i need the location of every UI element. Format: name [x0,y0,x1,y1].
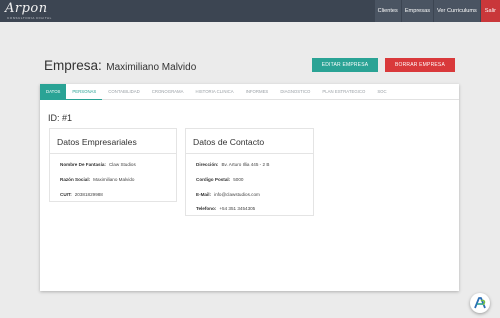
tab-datos[interactable]: DATOS [40,84,67,100]
nav-empresas[interactable]: Empresas [401,0,433,22]
detail-key: E-Mail: [196,192,212,197]
nav-ver-curriculums[interactable]: Ver Curriculums [434,0,480,22]
detail-value: info@clawstudios.com [214,192,260,197]
detail-row: Dirección: Bv. Arturo Illia 445 - 2 B [196,162,269,167]
divider [186,153,313,154]
tab-historia-clinica[interactable]: HISTORIA CLINICA [190,84,240,100]
detail-key: CUIT: [60,192,72,197]
divider [50,153,176,154]
brand-name: Arpon [5,1,48,16]
logout-button[interactable]: Salir [480,0,500,22]
detail-key: Telefono: [196,206,217,211]
contact-data-title: Datos de Contacto [193,137,265,147]
detail-key: Cordigo Postal: [196,177,231,182]
tab-bar: DATOS PERSONAS CONTABILIDAD CRONOGRAMA H… [40,84,459,100]
business-data-title: Datos Empresariales [57,137,137,147]
top-navbar: Arpon CONSULTORIA DIGITAL Clientes Empre… [0,0,500,22]
tab-contabilidad[interactable]: CONTABILIDAD [102,84,145,100]
detail-row: CUIT: 20381829988 [60,192,103,197]
detail-key: Nombre De Fantasía: [60,162,106,167]
detail-row: Razón Social: Maximiliano Malvido [60,177,134,182]
nav-clientes[interactable]: Clientes [374,0,401,22]
detail-row: E-Mail: info@clawstudios.com [196,192,260,197]
detail-value: +54 351 3454305 [219,206,256,211]
company-card: DATOS PERSONAS CONTABILIDAD CRONOGRAMA H… [40,84,459,291]
tab-informes[interactable]: INFORMES [240,84,275,100]
detail-row: Nombre De Fantasía: Claw Studios [60,162,136,167]
main-nav: Clientes Empresas Ver Curriculums Salir [374,0,500,22]
detail-key: Razón Social: [60,177,91,182]
detail-value: Bv. Arturo Illia 445 - 2 B [221,162,270,167]
edit-company-button[interactable]: EDITAR EMPRESA [312,58,378,72]
assistant-button[interactable] [470,293,490,313]
detail-row: Telefono: +54 351 3454305 [196,206,255,211]
page-title: Empresa: Maximiliano Malvido [44,57,196,75]
tab-plan-estrategico[interactable]: PLAN ESTRATEGICO [316,84,371,100]
brand-logo[interactable]: Arpon CONSULTORIA DIGITAL [4,1,52,21]
detail-value: Claw Studios [108,162,136,167]
detail-value: 5000 [233,177,244,182]
tab-cronograma[interactable]: CRONOGRAMA [146,84,190,100]
record-id: ID: #1 [48,113,73,123]
tab-diagnostico[interactable]: DIAGNOSTICO [274,84,316,100]
tab-personas[interactable]: PERSONAS [66,84,103,100]
detail-key: Dirección: [196,162,219,167]
page-title-value: Maximiliano Malvido [106,62,197,73]
tab-soc[interactable]: SOC [371,84,392,100]
contact-data-panel: Datos de Contacto Dirección: Bv. Arturo I… [185,128,314,216]
detail-value: 20381829988 [74,192,103,197]
detail-value: Maximiliano Malvido [93,177,135,182]
business-data-panel: Datos Empresariales Nombre De Fantasía: C… [49,128,177,202]
assistant-icon [474,297,486,309]
page-title-label: Empresa: [44,58,102,73]
detail-row: Cordigo Postal: 5000 [196,177,243,182]
delete-company-button[interactable]: BORRAR EMPRESA [385,58,455,72]
brand-tagline: CONSULTORIA DIGITAL [7,16,52,20]
